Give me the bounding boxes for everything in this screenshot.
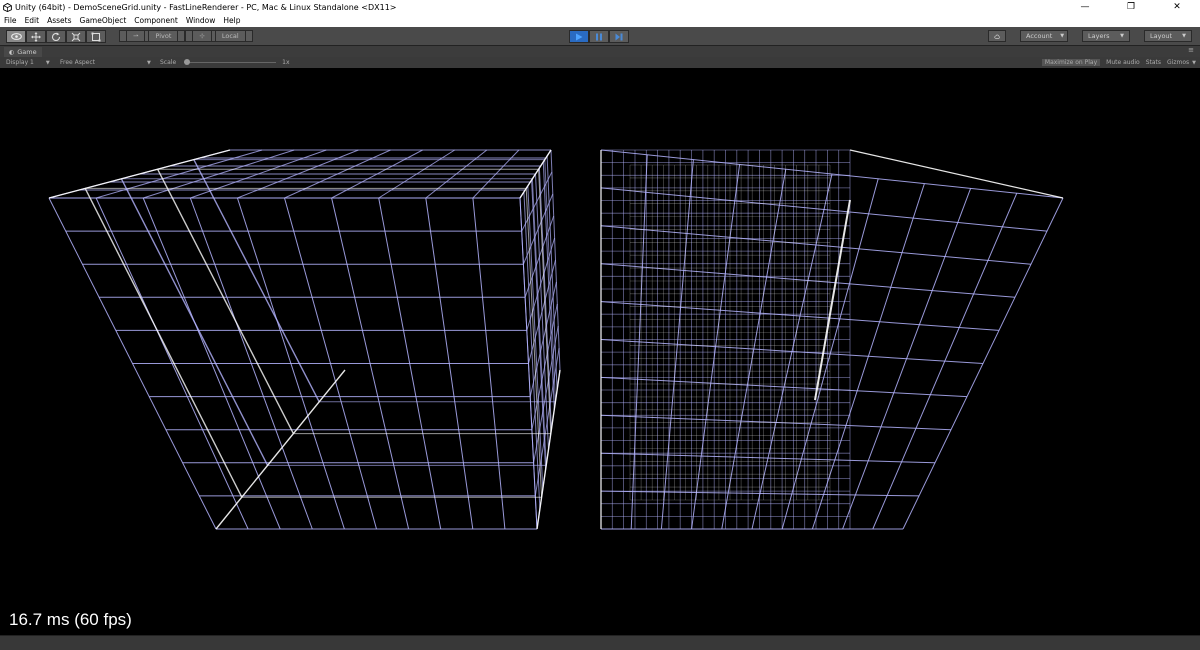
game-view-icon: ◐: [9, 48, 15, 56]
local-icon: ⊹: [192, 30, 212, 42]
menu-window[interactable]: Window: [186, 16, 216, 25]
scale-slider[interactable]: [184, 59, 277, 65]
playback-controls: [569, 30, 629, 43]
display-dropdown[interactable]: Display 1 ▼: [6, 58, 50, 67]
status-bar: [0, 635, 1200, 650]
play-icon: [576, 33, 583, 40]
window-title: Unity (64bit) - DemoSceneGrid.unity - Fa…: [15, 2, 397, 12]
menu-gameobject[interactable]: GameObject: [80, 16, 127, 25]
restore-button[interactable]: ❐: [1108, 0, 1154, 14]
wireframe-grid-render: [48, 149, 1064, 530]
caret-down-icon: ▼: [1192, 60, 1196, 66]
cloud-button[interactable]: [988, 30, 1006, 42]
scale-control: Scale 1x: [160, 59, 290, 66]
menu-edit[interactable]: Edit: [25, 16, 40, 25]
local-toggle[interactable]: ⊹ Local: [185, 30, 253, 42]
minimize-button[interactable]: —: [1062, 0, 1108, 14]
rotate-icon: [51, 32, 61, 41]
caret-down-icon: ▼: [45, 59, 50, 66]
left-grid-cube: [48, 149, 561, 530]
title-bar: Unity (64bit) - DemoSceneGrid.unity - Fa…: [0, 0, 1200, 14]
move-tool-button[interactable]: [26, 30, 46, 43]
maximize-on-play-toggle[interactable]: Maximize on Play: [1041, 59, 1101, 66]
game-options-bar: Display 1 ▼ Free Aspect ▼ Scale 1x Maxim…: [0, 57, 1200, 68]
pivot-toggles: ⇀ Pivot ⊹ Local: [119, 30, 253, 42]
menu-component[interactable]: Component: [134, 16, 178, 25]
rect-tool-button[interactable]: [86, 30, 106, 43]
layout-dropdown[interactable]: Layout ▼: [1144, 30, 1192, 42]
pivot-icon: ⇀: [126, 30, 146, 42]
tab-game[interactable]: ◐ Game: [4, 47, 42, 57]
eye-icon: [10, 33, 22, 40]
menu-assets[interactable]: Assets: [47, 16, 71, 25]
pause-icon: [596, 33, 602, 40]
gizmos-dropdown[interactable]: Gizmos ▼: [1167, 59, 1196, 66]
fps-readout: 16.7 ms (60 fps): [9, 610, 132, 629]
menu-bar: File Edit Assets GameObject Component Wi…: [0, 14, 1200, 27]
cloud-icon: [994, 34, 1000, 39]
move-arrows-icon: [31, 31, 41, 42]
account-dropdown[interactable]: Account ▼: [1020, 30, 1068, 42]
caret-down-icon: ▼: [1060, 33, 1065, 39]
unity-logo-icon: [2, 2, 12, 12]
right-grid-cube: [600, 149, 1064, 530]
game-view[interactable]: [0, 68, 1200, 635]
aspect-dropdown[interactable]: Free Aspect ▼: [60, 58, 151, 67]
transform-tools: [6, 30, 106, 43]
step-button[interactable]: [609, 30, 629, 43]
menu-file[interactable]: File: [4, 16, 17, 25]
pivot-toggle[interactable]: ⇀ Pivot: [119, 30, 186, 42]
scale-icon: [71, 32, 81, 41]
menu-help[interactable]: Help: [223, 16, 240, 25]
mute-audio-toggle[interactable]: Mute audio: [1106, 59, 1140, 66]
game-tab-bar: ◐ Game ≡: [0, 46, 1200, 57]
pause-button[interactable]: [589, 30, 609, 43]
step-icon: [615, 33, 623, 40]
main-toolbar: ⇀ Pivot ⊹ Local Account ▼ Layers ▼ Layout ▼: [0, 27, 1200, 46]
tab-menu-icon[interactable]: ≡: [1188, 46, 1194, 54]
scale-tool-button[interactable]: [66, 30, 86, 43]
close-button[interactable]: ✕: [1154, 0, 1200, 14]
scale-slider-thumb[interactable]: [184, 59, 191, 65]
rotate-tool-button[interactable]: [46, 30, 66, 43]
play-button[interactable]: [569, 30, 589, 43]
stats-toggle[interactable]: Stats: [1146, 59, 1161, 66]
caret-down-icon: ▼: [1120, 33, 1124, 39]
caret-down-icon: ▼: [147, 59, 151, 66]
rect-tool-icon: [91, 32, 101, 41]
toolbar-right: Account ▼ Layers ▼ Layout ▼: [988, 30, 1192, 42]
caret-down-icon: ▼: [1182, 33, 1186, 39]
view-tool-button[interactable]: [6, 30, 26, 43]
layers-dropdown[interactable]: Layers ▼: [1082, 30, 1130, 42]
